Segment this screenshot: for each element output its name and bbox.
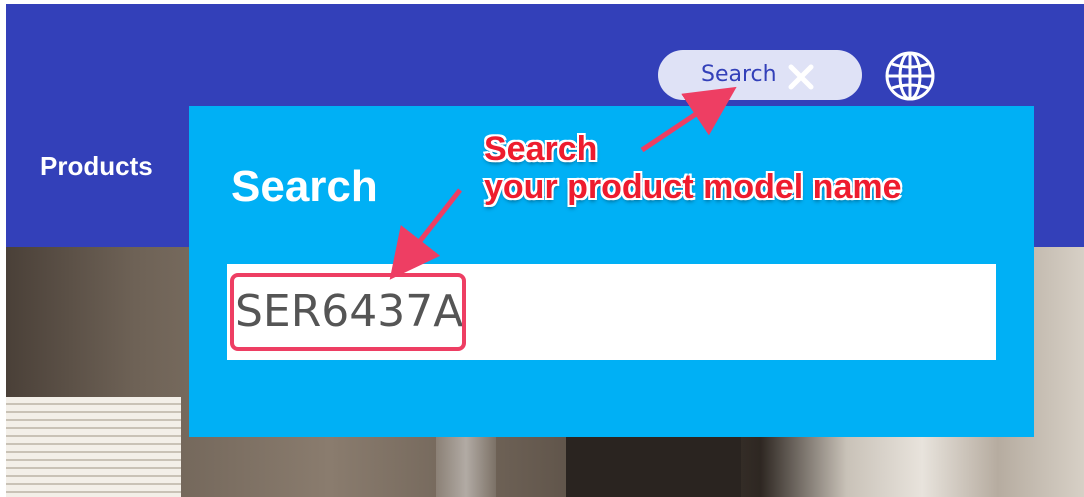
- search-panel-title: Search: [231, 162, 378, 211]
- page-frame: Products Search Search Search: [6, 4, 1084, 497]
- hero-glass: [436, 427, 496, 497]
- hero-dark-area: [566, 437, 741, 497]
- globe-icon[interactable]: [884, 50, 936, 102]
- hero-plates: [6, 397, 181, 497]
- nav-item-products[interactable]: Products: [40, 151, 153, 182]
- annotation-line-2: your product model name: [484, 168, 902, 206]
- close-icon[interactable]: [785, 61, 817, 93]
- search-toggle-label: Search: [701, 62, 777, 87]
- annotation-line-1: Search: [484, 130, 598, 168]
- search-toggle-button[interactable]: Search: [658, 50, 862, 100]
- annotation-callout: Search your product model name: [484, 130, 902, 206]
- search-input[interactable]: [235, 276, 975, 346]
- search-input-container[interactable]: [227, 264, 996, 360]
